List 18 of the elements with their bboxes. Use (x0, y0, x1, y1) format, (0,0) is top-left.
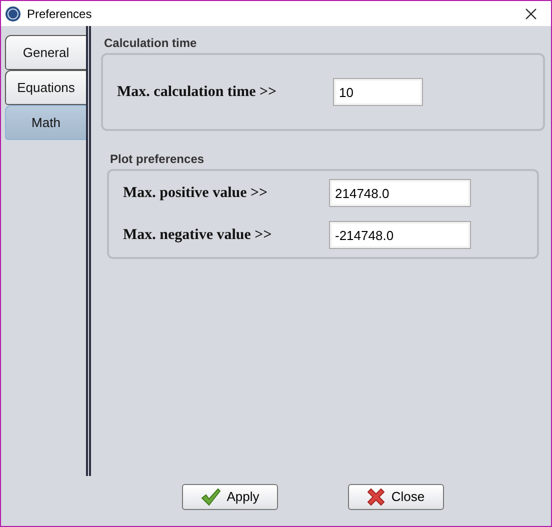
field-label: Max. calculation time >> (117, 82, 278, 102)
field-label: Max. positive value >> (123, 184, 269, 203)
app-logo-icon (5, 6, 21, 22)
field-label: Max. negative value >> (123, 226, 273, 245)
apply-button[interactable]: Apply (182, 484, 278, 510)
window-title: Preferences (27, 6, 92, 22)
close-icon (367, 488, 386, 506)
checkmark-icon (200, 488, 221, 506)
close-icon[interactable] (525, 8, 537, 20)
tab[interactable]: Math (5, 105, 87, 140)
group-title: Calculation time (104, 35, 198, 52)
close-button[interactable]: Close (348, 484, 444, 510)
tab[interactable]: Equations (5, 70, 87, 105)
tab[interactable]: General (5, 35, 87, 70)
group-title: Plot preferences (110, 151, 206, 168)
input-field[interactable]: 214748.0 (330, 180, 470, 206)
input-field[interactable]: 10 (334, 79, 422, 105)
input-field[interactable]: -214748.0 (330, 222, 470, 248)
